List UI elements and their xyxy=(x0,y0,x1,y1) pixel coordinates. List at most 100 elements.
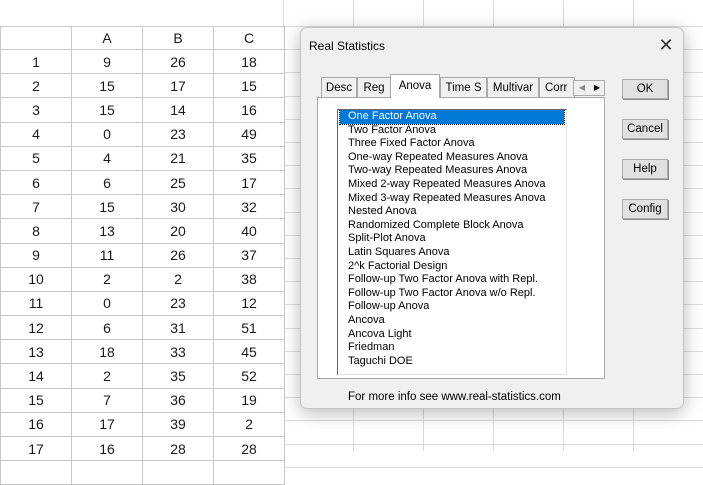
row-number[interactable]: 11 xyxy=(0,290,72,317)
row-number[interactable]: 2 xyxy=(0,73,72,99)
cell-b[interactable]: 31 xyxy=(142,315,214,341)
list-item[interactable]: One Factor Anova xyxy=(339,110,565,125)
cell-c[interactable]: 52 xyxy=(213,363,285,389)
row-number[interactable]: 7 xyxy=(0,194,72,220)
cell-a[interactable]: 4 xyxy=(71,145,143,171)
cell-a[interactable]: 2 xyxy=(71,266,143,292)
cell-empty[interactable] xyxy=(213,460,285,485)
cell-c[interactable]: 35 xyxy=(213,145,285,171)
cell-c[interactable]: 40 xyxy=(213,218,285,244)
cell-a[interactable]: 15 xyxy=(71,73,143,99)
column-header-c[interactable]: C xyxy=(213,26,285,50)
row-number[interactable]: 15 xyxy=(0,387,72,413)
row-number[interactable]: 8 xyxy=(0,218,72,244)
list-item[interactable]: Follow-up Anova xyxy=(340,300,564,314)
cell-b[interactable]: 23 xyxy=(142,290,214,317)
row-number[interactable]: 13 xyxy=(0,339,72,365)
column-header-b[interactable]: B xyxy=(142,26,214,50)
list-item[interactable]: Ancova Light xyxy=(340,328,564,342)
cell-a[interactable]: 13 xyxy=(71,218,143,244)
row-number[interactable]: 16 xyxy=(0,411,72,438)
row-number[interactable]: 9 xyxy=(0,242,72,268)
list-item[interactable]: Nested Anova xyxy=(340,205,564,219)
cell-b[interactable]: 2 xyxy=(142,266,214,292)
row-number[interactable]: 6 xyxy=(0,169,72,196)
tab-reg[interactable]: Reg xyxy=(357,77,391,97)
row-number[interactable]: 4 xyxy=(0,121,72,147)
cell-a[interactable]: 0 xyxy=(71,121,143,147)
list-item[interactable]: Split-Plot Anova xyxy=(340,232,564,246)
cell-c[interactable]: 16 xyxy=(213,97,285,123)
cell-b[interactable]: 21 xyxy=(142,145,214,171)
chevron-right-icon[interactable]: ▶ xyxy=(590,83,604,92)
cell-b[interactable]: 20 xyxy=(142,218,214,244)
tab-multivar[interactable]: Multivar xyxy=(487,77,539,97)
cell-b[interactable]: 35 xyxy=(142,363,214,389)
row-number[interactable]: 12 xyxy=(0,315,72,341)
row-number[interactable]: 10 xyxy=(0,266,72,292)
cell-a[interactable]: 18 xyxy=(71,339,143,365)
list-item[interactable]: Mixed 2-way Repeated Measures Anova xyxy=(340,178,564,192)
list-item[interactable]: Two Factor Anova xyxy=(340,124,564,138)
cell-b[interactable]: 25 xyxy=(142,169,214,196)
cell-a[interactable]: 11 xyxy=(71,242,143,268)
tab-anova[interactable]: Anova xyxy=(390,74,440,98)
cell-a[interactable]: 15 xyxy=(71,97,143,123)
list-item[interactable]: Ancova xyxy=(340,314,564,328)
cell-empty[interactable] xyxy=(142,460,214,485)
cell-c[interactable]: 18 xyxy=(213,48,285,75)
cancel-button[interactable]: Cancel xyxy=(622,119,668,139)
cell-a[interactable]: 7 xyxy=(71,387,143,413)
cell-b[interactable]: 23 xyxy=(142,121,214,147)
cell-c[interactable]: 19 xyxy=(213,387,285,413)
cell-c[interactable]: 32 xyxy=(213,194,285,220)
list-item[interactable]: Randomized Complete Block Anova xyxy=(340,219,564,233)
cell-a[interactable]: 16 xyxy=(71,435,143,462)
column-header-a[interactable]: A xyxy=(71,26,143,50)
cell-b[interactable]: 14 xyxy=(142,97,214,123)
cell-b[interactable]: 33 xyxy=(142,339,214,365)
cell-a[interactable]: 9 xyxy=(71,48,143,75)
list-item[interactable]: Mixed 3-way Repeated Measures Anova xyxy=(340,192,564,206)
row-number[interactable]: 3 xyxy=(0,97,72,123)
list-item[interactable]: Three Fixed Factor Anova xyxy=(340,137,564,151)
cell-b[interactable]: 26 xyxy=(142,48,214,75)
list-item[interactable]: Follow-up Two Factor Anova w/o Repl. xyxy=(340,287,564,301)
list-item[interactable]: One-way Repeated Measures Anova xyxy=(340,151,564,165)
cell-a[interactable]: 2 xyxy=(71,363,143,389)
cell-c[interactable]: 17 xyxy=(213,169,285,196)
list-item[interactable]: Follow-up Two Factor Anova with Repl. xyxy=(340,273,564,287)
cell-b[interactable]: 36 xyxy=(142,387,214,413)
cell-c[interactable]: 51 xyxy=(213,315,285,341)
row-number[interactable]: 14 xyxy=(0,363,72,389)
list-item[interactable]: Latin Squares Anova xyxy=(340,246,564,260)
cell-c[interactable]: 37 xyxy=(213,242,285,268)
cell-a[interactable]: 0 xyxy=(71,290,143,317)
row-number[interactable]: 17 xyxy=(0,435,72,462)
chevron-left-icon[interactable]: ◀ xyxy=(575,83,589,92)
tab-time-series[interactable]: Time S xyxy=(440,77,487,97)
cell-b[interactable]: 26 xyxy=(142,242,214,268)
row-number[interactable]: 1 xyxy=(0,48,72,75)
cell-empty[interactable] xyxy=(0,460,72,485)
row-number[interactable]: 5 xyxy=(0,145,72,171)
corner-cell[interactable] xyxy=(0,26,72,50)
cell-a[interactable]: 17 xyxy=(71,411,143,438)
cell-c[interactable]: 2 xyxy=(213,411,285,438)
list-item[interactable]: Taguchi DOE xyxy=(340,355,564,369)
config-button[interactable]: Config xyxy=(622,199,668,219)
cell-b[interactable]: 39 xyxy=(142,411,214,438)
analysis-listbox[interactable]: One Factor Anova Two Factor Anova Three Fi… xyxy=(337,109,567,375)
cell-b[interactable]: 17 xyxy=(142,73,214,99)
list-item[interactable]: 2^k Factorial Design xyxy=(340,260,564,274)
tab-corr[interactable]: Corr xyxy=(539,77,575,97)
cell-a[interactable]: 6 xyxy=(71,169,143,196)
list-item[interactable]: Two-way Repeated Measures Anova xyxy=(340,164,564,178)
cell-c[interactable]: 38 xyxy=(213,266,285,292)
cell-c[interactable]: 12 xyxy=(213,290,285,317)
cell-c[interactable]: 45 xyxy=(213,339,285,365)
cell-c[interactable]: 15 xyxy=(213,73,285,99)
cell-a[interactable]: 6 xyxy=(71,315,143,341)
ok-button[interactable]: OK xyxy=(622,79,668,99)
cell-c[interactable]: 49 xyxy=(213,121,285,147)
